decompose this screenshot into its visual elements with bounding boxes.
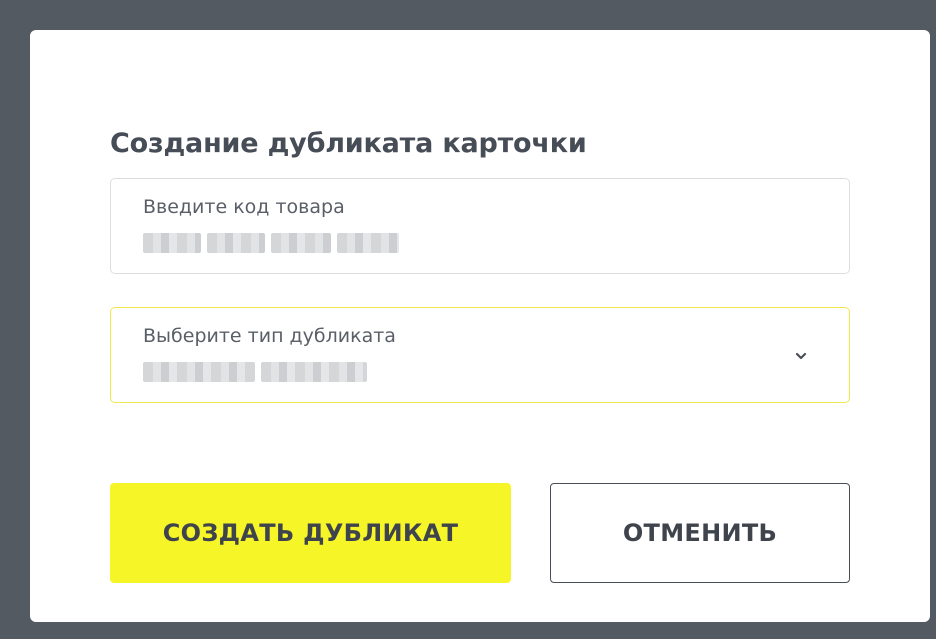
redacted-block <box>261 362 367 382</box>
dialog-title: Создание дубликата карточки <box>110 128 587 159</box>
create-duplicate-button[interactable]: СОЗДАТЬ ДУБЛИКАТ <box>110 483 511 583</box>
duplicate-type-label: Выберите тип дубликата <box>143 325 396 347</box>
redacted-block <box>143 362 255 382</box>
duplicate-type-select[interactable]: Выберите тип дубликата <box>110 307 850 403</box>
redacted-block <box>271 233 331 253</box>
redacted-block <box>337 233 399 253</box>
redacted-block <box>207 233 265 253</box>
duplicate-type-redacted <box>143 360 373 384</box>
duplicate-card-dialog: Создание дубликата карточки Введите код … <box>30 30 930 622</box>
product-code-label: Введите код товара <box>143 196 345 218</box>
cancel-button[interactable]: ОТМЕНИТЬ <box>550 483 850 583</box>
product-code-field[interactable]: Введите код товара <box>110 178 850 274</box>
redacted-block <box>143 233 201 253</box>
chevron-down-icon[interactable] <box>795 350 807 362</box>
product-code-redacted <box>143 231 405 255</box>
